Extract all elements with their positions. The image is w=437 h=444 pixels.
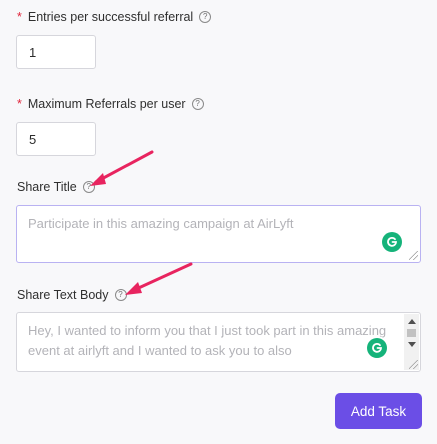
resize-handle-icon[interactable] — [409, 251, 418, 260]
scroll-thumb[interactable] — [407, 329, 416, 337]
grammarly-icon[interactable] — [382, 232, 402, 252]
entries-label: * Entries per successful referral ? — [17, 10, 212, 24]
required-mark: * — [17, 10, 22, 24]
entries-label-text: Entries per successful referral — [27, 10, 194, 24]
share-text-placeholder: Hey, I wanted to inform you that I just … — [28, 323, 387, 358]
help-icon[interactable]: ? — [82, 181, 95, 193]
scroll-down-icon[interactable] — [408, 342, 416, 347]
max-referrals-label: * Maximum Referrals per user ? — [17, 97, 204, 111]
scroll-up-icon[interactable] — [408, 319, 416, 324]
help-icon[interactable]: ? — [199, 11, 212, 23]
resize-handle-icon[interactable] — [409, 360, 418, 369]
add-task-button[interactable]: Add Task — [335, 393, 422, 429]
max-referrals-label-text: Maximum Referrals per user — [27, 97, 186, 111]
entries-value: 1 — [29, 44, 37, 60]
required-mark: * — [17, 97, 22, 111]
help-icon[interactable]: ? — [191, 98, 204, 110]
share-title-textarea[interactable]: Participate in this amazing campaign at … — [16, 205, 421, 263]
share-title-label-text: Share Title — [17, 180, 77, 194]
share-title-placeholder: Participate in this amazing campaign at … — [28, 216, 294, 231]
share-title-label: Share Title ? — [17, 180, 95, 194]
annotation-arrow-icon — [90, 150, 154, 186]
max-referrals-input[interactable]: 5 — [16, 122, 96, 156]
max-referrals-value: 5 — [29, 131, 37, 147]
annotation-arrow-icon — [125, 262, 193, 295]
share-text-textarea[interactable]: Hey, I wanted to inform you that I just … — [16, 312, 421, 372]
entries-input[interactable]: 1 — [16, 35, 96, 69]
help-icon[interactable]: ? — [114, 289, 127, 301]
grammarly-icon[interactable] — [367, 338, 387, 358]
share-text-label: Share Text Body ? — [17, 288, 127, 302]
share-text-label-text: Share Text Body — [17, 288, 109, 302]
